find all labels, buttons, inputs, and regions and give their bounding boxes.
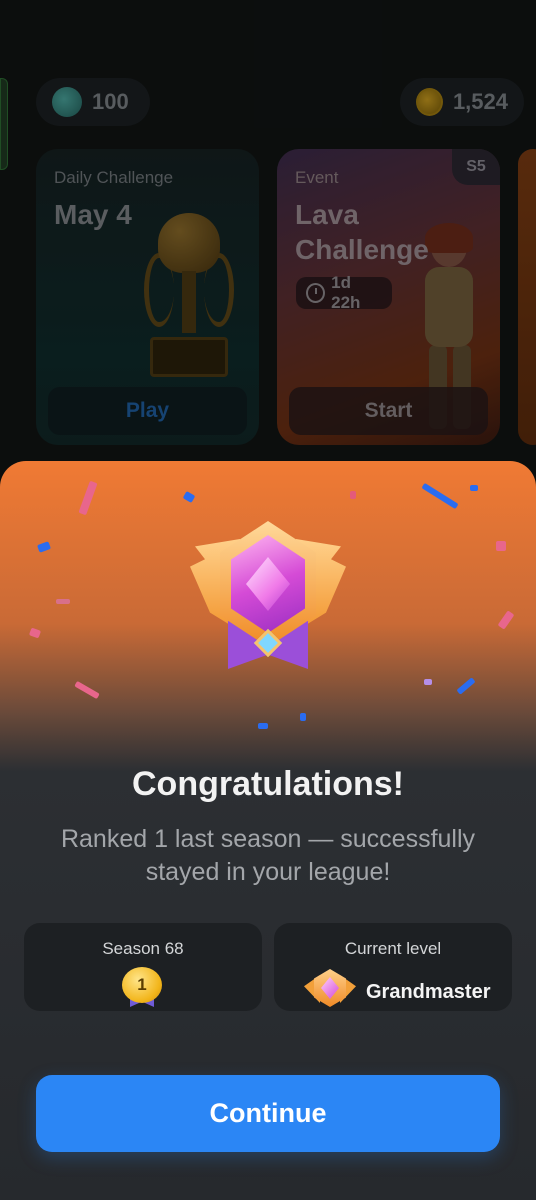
season-stat-card: Season 68 1 [24,923,262,1011]
confetti-piece [424,679,432,685]
level-badge-icon [304,969,356,1011]
confetti-piece [456,677,476,695]
confetti-piece [350,491,356,499]
grandmaster-badge-icon [190,521,346,671]
modal-title: Congratulations! [132,765,404,803]
confetti-piece [496,541,506,551]
league-result-sheet: Congratulations! Ranked 1 last season — … [0,461,536,1200]
confetti-piece [36,541,52,553]
confetti-piece [182,491,196,503]
confetti-piece [497,610,515,630]
modal-subtitle: Ranked 1 last season — successfully stay… [60,825,476,886]
confetti-piece [74,680,100,700]
continue-button[interactable]: Continue [36,1075,500,1152]
rank-value: 1 [122,967,162,1003]
season-label: Season 68 [102,939,184,958]
level-stat-card: Current level Grandmaster [274,923,512,1011]
confetti-piece [300,713,306,721]
confetti-piece [258,723,268,729]
confetti-piece [78,480,98,516]
level-name: Grandmaster [366,981,491,1003]
confetti-piece [56,599,70,604]
rank-medal-icon: 1 [122,967,162,1007]
confetti-piece [470,485,478,491]
level-label: Current level [344,939,442,958]
confetti-piece [28,627,42,639]
confetti-piece [421,482,459,510]
